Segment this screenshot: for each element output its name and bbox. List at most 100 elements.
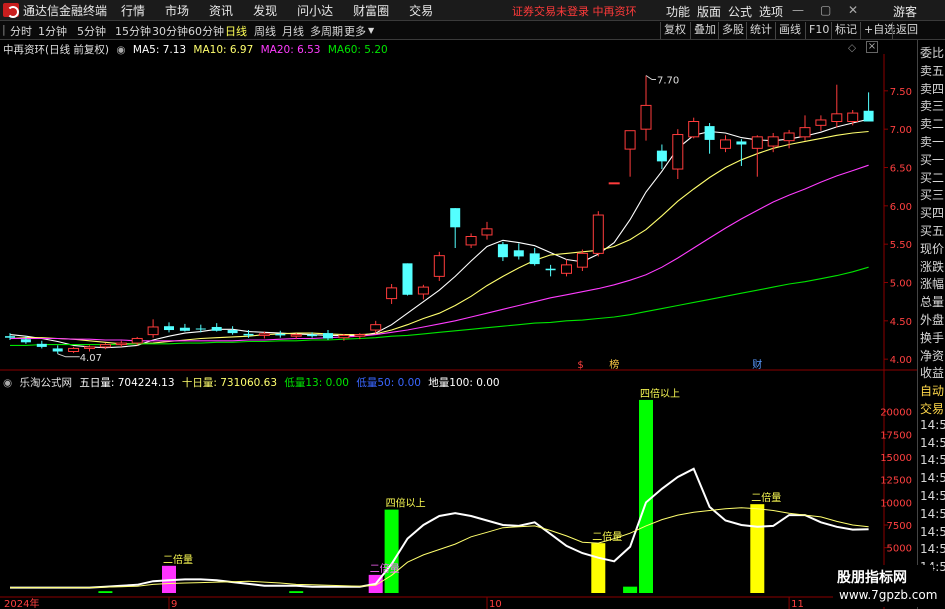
menu-jiaoyi[interactable]: 交易	[409, 2, 433, 19]
btn-back[interactable]: 返回	[892, 22, 918, 39]
side-panel-item[interactable]: 14:56	[920, 507, 945, 521]
menu-wenxiaoda[interactable]: 问小达	[297, 2, 333, 19]
watermark-url: www.7gpzb.com	[839, 588, 938, 602]
price-tick-label: 6.50	[890, 164, 912, 175]
btn-add-watchlist[interactable]: +自选	[860, 22, 895, 39]
price-tick-label: 7.50	[890, 87, 912, 98]
price-axis: 7.50 7.00 6.50 6.00 5.50 5.00 4.50 4.00	[884, 87, 912, 366]
volume-flag-label: 二倍量	[163, 553, 193, 566]
tab-daily[interactable]: 日线	[225, 23, 247, 39]
volume-tick-label: 17500	[880, 430, 912, 441]
tab-1min[interactable]: 1分钟	[38, 23, 67, 39]
side-panel-item: 卖二	[920, 117, 945, 132]
candlesticks	[5, 75, 874, 354]
volume-bar	[591, 543, 606, 593]
tab-30min[interactable]: 30分钟	[152, 23, 188, 39]
volume-bars	[98, 399, 765, 593]
date-axis: 2024年 9 10 11	[4, 597, 804, 609]
side-panel-item: 买一	[920, 152, 945, 167]
btn-biaoji[interactable]: 标记	[831, 22, 857, 39]
candle-body	[608, 182, 620, 185]
app-title: 通达信金融终端	[23, 3, 108, 18]
low-pointer	[57, 353, 80, 358]
menu-gongshi[interactable]: 公式	[728, 3, 752, 20]
side-panel-item: 涨跌	[920, 259, 945, 274]
more-dropdown-icon[interactable]: ▼	[368, 26, 374, 35]
volume-bar	[750, 504, 765, 593]
side-panel-item[interactable]: 14:56	[920, 471, 945, 485]
tab-monthly[interactable]: 月线	[282, 23, 304, 39]
side-panel-item[interactable]: 14:56	[920, 436, 945, 450]
btn-f10[interactable]: F10	[805, 22, 829, 39]
side-panel-item: 买三	[920, 188, 945, 203]
side-panel-item: 买二	[920, 170, 945, 185]
btn-fuquan[interactable]: 复权	[660, 22, 686, 39]
side-panel-item[interactable]: 14:56	[920, 542, 945, 556]
candle-body	[307, 334, 318, 337]
candle-body	[624, 130, 636, 150]
side-panel-item[interactable]: 14:56	[920, 418, 945, 432]
minimize-button[interactable]: —	[792, 3, 804, 17]
candle-body	[433, 255, 445, 277]
ma-line	[9, 130, 869, 345]
tab-weekly[interactable]: 周线	[254, 23, 276, 39]
chart-canvas[interactable]: 7.50 7.00 6.50 6.00 5.50 5.00 4.50 4.00 20000 17…	[0, 40, 917, 609]
volume-tick-label: 15000	[880, 453, 912, 464]
menu-zixun[interactable]: 资讯	[209, 2, 233, 19]
candle-body	[164, 326, 174, 331]
period-tab-bar: | 分时 1分钟 5分钟 15分钟 30分钟 60分钟 日线 周线 月线 多周期…	[0, 21, 945, 40]
candle-body	[243, 333, 254, 336]
menu-xuanxiang[interactable]: 选项	[759, 3, 783, 20]
tab-60min[interactable]: 60分钟	[188, 23, 224, 39]
price-tick-label: 4.50	[890, 317, 912, 328]
side-panel-item[interactable]: 14:56	[920, 489, 945, 503]
tab-multi-period[interactable]: 多周期	[310, 23, 343, 39]
btn-tongji[interactable]: 统计	[746, 22, 772, 39]
btn-diejia[interactable]: 叠加	[690, 22, 716, 39]
user-guest[interactable]: 游客	[893, 3, 917, 20]
menu-faxian[interactable]: 发现	[253, 2, 277, 19]
low-price-label: 4.07	[80, 353, 102, 364]
event-marker: 榜	[609, 358, 619, 371]
candle-body	[672, 134, 684, 170]
price-annotations: 7.70 4.07 $ 榜 财	[57, 75, 762, 371]
candle-body	[736, 141, 747, 145]
menu-shichang[interactable]: 市场	[165, 2, 189, 19]
maximize-button[interactable]: ▢	[820, 3, 831, 17]
side-panel-item: 涨幅	[920, 277, 945, 292]
side-panel-item[interactable]: 交易	[920, 400, 945, 417]
login-alert[interactable]: 证券交易未登录 中再资环	[512, 3, 637, 19]
tab-5min[interactable]: 5分钟	[77, 23, 106, 39]
tab-more[interactable]: 更多	[344, 23, 366, 39]
volume-ma-line	[10, 467, 869, 589]
volume-average-lines	[10, 467, 869, 589]
candle-body	[497, 244, 508, 258]
side-panel-item: 卖五	[920, 63, 945, 78]
event-marker: 财	[752, 358, 762, 371]
candle-body	[354, 334, 366, 337]
candle-body	[640, 104, 652, 130]
menu-caifuquan[interactable]: 财富圈	[353, 2, 389, 19]
side-panel-item: 买四	[920, 206, 945, 221]
side-panel-item: 现价	[920, 241, 945, 256]
candle-body	[275, 333, 286, 336]
btn-huaxian[interactable]: 画线	[775, 22, 801, 39]
candle-body	[386, 287, 398, 300]
candle-body	[465, 236, 477, 246]
tab-fenshi[interactable]: 分时	[10, 23, 32, 39]
side-panel-item[interactable]: 14:56	[920, 453, 945, 467]
tab-15min[interactable]: 15分钟	[115, 23, 151, 39]
price-tick-label: 4.00	[890, 355, 912, 366]
btn-duogu[interactable]: 多股	[718, 22, 744, 39]
menu-gongneng[interactable]: 功能	[666, 3, 690, 20]
candle-body	[592, 214, 604, 254]
close-button[interactable]: ✕	[848, 3, 858, 17]
menu-hangqing[interactable]: 行情	[121, 2, 145, 19]
moving-average-lines	[9, 118, 869, 349]
candle-body	[863, 110, 874, 122]
side-panel-item[interactable]: 14:56	[920, 525, 945, 539]
side-panel-item[interactable]: 自动	[920, 382, 945, 399]
menu-banmian[interactable]: 版面	[697, 3, 721, 20]
candle-body	[561, 264, 572, 274]
volume-bar	[623, 586, 638, 593]
